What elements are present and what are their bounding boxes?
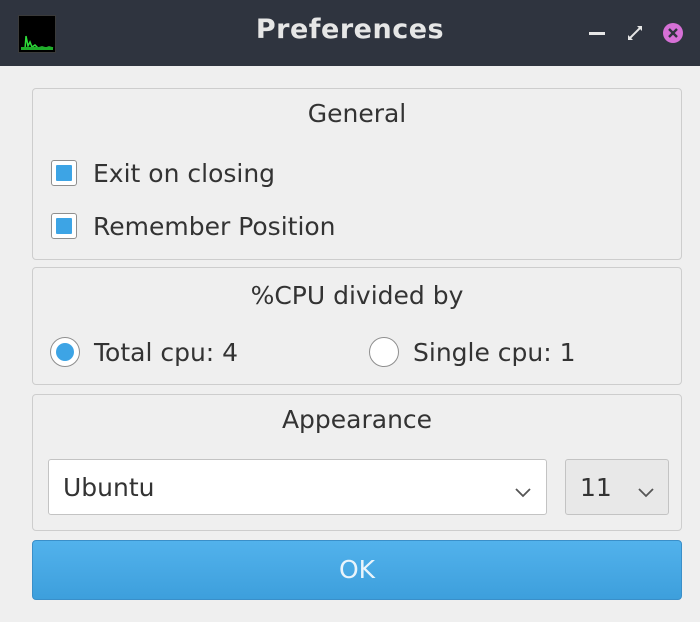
remember-position-checkbox[interactable] xyxy=(51,213,77,239)
exit-on-closing-checkbox-row[interactable]: Exit on closing xyxy=(51,157,275,189)
title-bar[interactable]: Preferences xyxy=(0,0,700,66)
single-cpu-radio[interactable] xyxy=(369,337,399,367)
font-size-select[interactable]: 11 xyxy=(565,459,669,515)
preferences-window: Preferences General Exit on closing Reme… xyxy=(0,0,700,622)
total-cpu-label: Total cpu: 4 xyxy=(94,337,239,367)
remember-position-checkbox-row[interactable]: Remember Position xyxy=(51,210,336,242)
total-cpu-radio-row[interactable]: Total cpu: 4 xyxy=(50,335,238,369)
appearance-group: Appearance Ubuntu 11 xyxy=(32,394,682,531)
minimize-icon[interactable] xyxy=(586,22,608,44)
font-select-value: Ubuntu xyxy=(63,473,155,502)
maximize-icon[interactable] xyxy=(624,22,646,44)
single-cpu-label: Single cpu: 1 xyxy=(413,337,576,367)
chevron-down-icon xyxy=(513,478,533,498)
appearance-group-title: Appearance xyxy=(281,405,433,434)
remember-position-label: Remember Position xyxy=(93,211,336,241)
general-group-title: General xyxy=(307,99,407,128)
font-select[interactable]: Ubuntu xyxy=(48,459,547,515)
general-group: General Exit on closing Remember Positio… xyxy=(32,88,682,260)
close-icon[interactable] xyxy=(662,22,684,44)
exit-on-closing-checkbox[interactable] xyxy=(51,160,77,186)
exit-on-closing-label: Exit on closing xyxy=(93,158,276,188)
cpu-divided-group: %CPU divided by Total cpu: 4 Single cpu:… xyxy=(32,267,682,385)
cpu-group-title: %CPU divided by xyxy=(250,281,464,310)
font-size-select-value: 11 xyxy=(580,473,612,502)
ok-button[interactable]: OK xyxy=(32,540,682,600)
chevron-down-icon xyxy=(636,478,656,498)
total-cpu-radio[interactable] xyxy=(50,337,80,367)
single-cpu-radio-row[interactable]: Single cpu: 1 xyxy=(369,335,576,369)
